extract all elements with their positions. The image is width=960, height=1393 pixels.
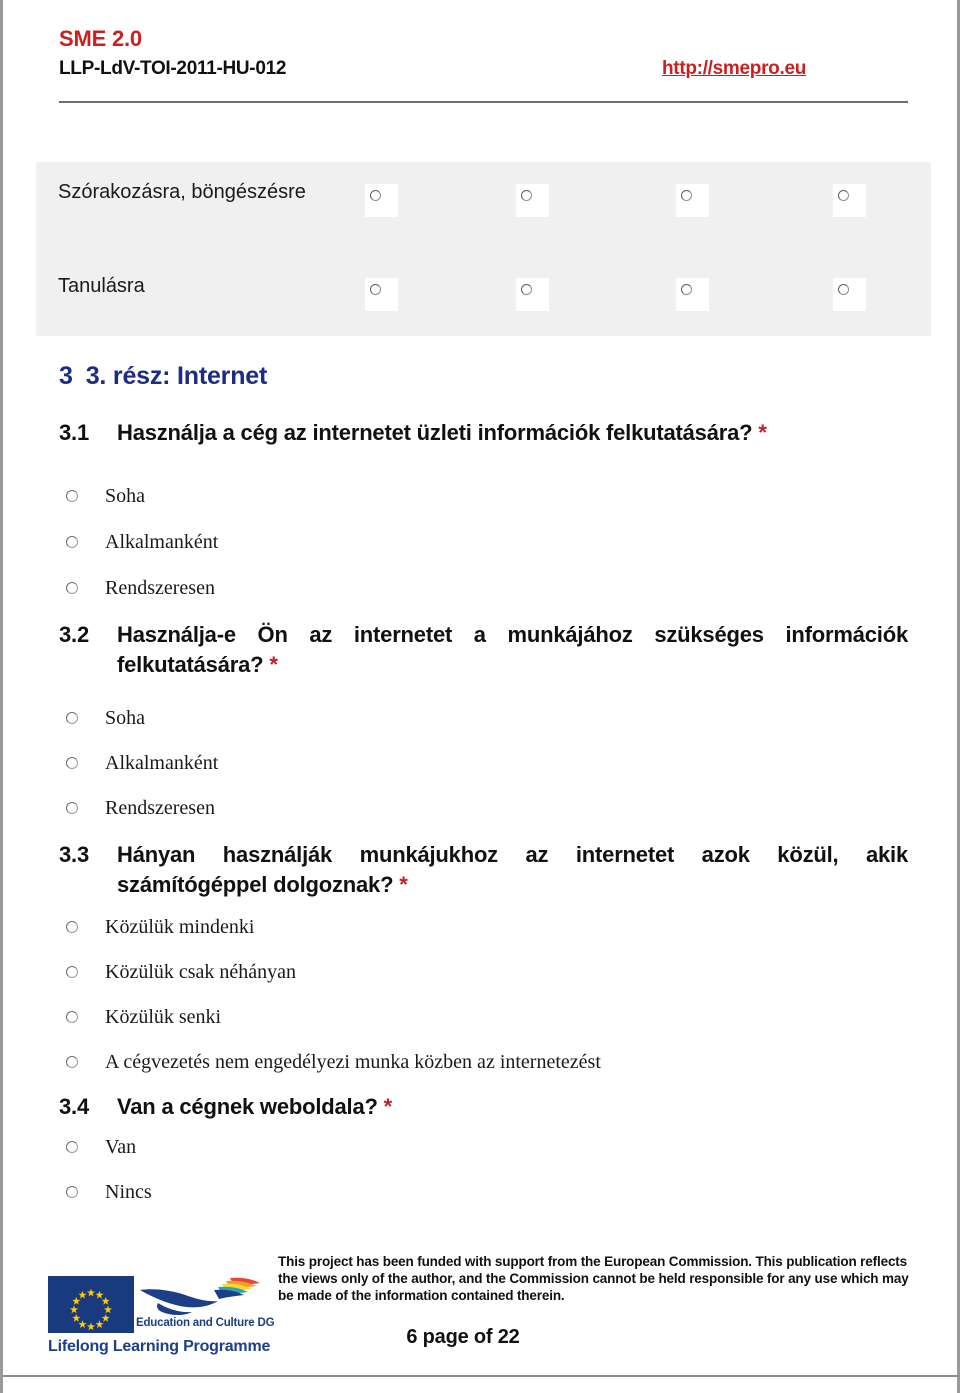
section-number: 3 [59,362,73,390]
matrix-question-panel: Szórakozásra, böngészésre Tanulásra [36,162,931,336]
radio-icon[interactable] [681,284,692,295]
question-number: 3.1 [59,420,89,445]
radio-icon[interactable] [370,190,381,201]
question-number: 3.3 [59,842,89,867]
header-divider [59,101,908,103]
option-label: Rendszeresen [105,577,215,599]
option-label: Alkalmanként [105,752,219,774]
matrix-row-label: Szórakozásra, böngészésre [58,181,306,203]
project-code: LLP-LdV-TOI-2011-HU-012 [59,58,287,79]
question-block: 3.2 Használja-e Ön az internetet a munká… [59,620,908,680]
lifelong-learning-programme-logo: Education and Culture DG Lifelong Learni… [48,1276,275,1364]
lifelong-learning-programme-label: Lifelong Learning Programme [48,1338,271,1355]
option-row[interactable]: Rendszeresen [66,796,215,820]
radio-icon[interactable] [66,712,78,724]
radio-icon[interactable] [66,1011,78,1023]
matrix-row: Szórakozásra, böngészésre [36,181,931,224]
matrix-radio-cell[interactable] [516,184,549,217]
matrix-row: Tanulásra [36,275,931,318]
required-asterisk: * [758,420,767,445]
radio-icon[interactable] [66,490,78,502]
radio-icon[interactable] [838,284,849,295]
option-row[interactable]: Rendszeresen [66,576,215,600]
project-url-link[interactable]: http://smepro.eu [662,58,806,80]
option-label: Nincs [105,1181,152,1203]
option-label: Közülük mindenki [105,916,255,938]
question-text: Használja a cég az internetet üzleti inf… [117,420,767,445]
section-heading: 3 3. rész: Internet [59,362,267,391]
page-header: SME 2.0 LLP-LdV-TOI-2011-HU-012 http://s… [3,0,960,110]
matrix-radio-cell[interactable] [516,278,549,311]
question-text: Hányan használják munkájukhoz az interne… [117,842,908,897]
option-row[interactable]: Van [66,1135,136,1159]
radio-icon[interactable] [370,284,381,295]
radio-icon[interactable] [66,921,78,933]
document-page: SME 2.0 LLP-LdV-TOI-2011-HU-012 http://s… [0,0,960,1393]
page-indicator: 6 page of 22 [406,1326,520,1348]
option-label: Soha [105,707,145,729]
project-title: SME 2.0 [59,26,142,51]
radio-icon[interactable] [681,190,692,201]
matrix-radio-cell[interactable] [365,184,398,217]
radio-icon[interactable] [66,1141,78,1153]
radio-icon[interactable] [66,757,78,769]
matrix-radio-cell[interactable] [833,184,866,217]
eu-flag-icon [48,1276,134,1333]
option-label: Van [105,1136,137,1158]
option-row[interactable]: Alkalmanként [66,751,218,775]
required-asterisk: * [399,872,408,897]
radio-icon[interactable] [838,190,849,201]
question-number: 3.2 [59,622,89,647]
option-row[interactable]: Soha [66,706,145,730]
question-text: Használja-e Ön az internetet a munkájáho… [117,622,908,677]
option-row[interactable]: Soha [66,484,145,508]
radio-icon[interactable] [521,190,532,201]
question-block: 3.3 Hányan használják munkájukhoz az int… [59,840,908,900]
option-row[interactable]: Nincs [66,1180,152,1204]
option-label: A cégvezetés nem engedélyezi munka közbe… [105,1051,601,1073]
radio-icon[interactable] [66,1186,78,1198]
radio-icon[interactable] [66,536,78,548]
option-label: Közülük csak néhányan [105,961,297,983]
radio-icon[interactable] [521,284,532,295]
footer-divider [3,1375,960,1377]
option-row[interactable]: Közülük mindenki [66,915,254,939]
matrix-radio-cell[interactable] [833,278,866,311]
question-number: 3.4 [59,1094,89,1119]
matrix-radio-cell[interactable] [676,278,709,311]
required-asterisk: * [383,1094,393,1119]
option-row[interactable]: Alkalmanként [66,530,218,554]
option-label: Rendszeresen [105,797,215,819]
option-label: Alkalmanként [105,531,219,553]
question-block: 3.4 Van a cégnek weboldala? * [59,1092,908,1122]
radio-icon[interactable] [66,802,78,814]
section-title-text: 3. rész: Internet [85,362,268,390]
option-label: Közülük senki [105,1006,222,1028]
radio-icon[interactable] [66,1056,78,1068]
education-culture-dg-label: Education and Culture DG [136,1317,275,1329]
required-asterisk: * [269,652,278,677]
option-row[interactable]: A cégvezetés nem engedélyezi munka közbe… [66,1050,601,1074]
radio-icon[interactable] [66,582,78,594]
question-text: Van a cégnek weboldala? * [117,1094,393,1119]
llp-swoosh-icon [138,1276,263,1318]
matrix-radio-cell[interactable] [365,278,398,311]
option-row[interactable]: Közülük csak néhányan [66,960,296,984]
option-row[interactable]: Közülük senki [66,1005,221,1029]
funding-disclaimer: This project has been funded with suppor… [278,1254,909,1303]
page-footer: Education and Culture DG Lifelong Learni… [3,1240,960,1393]
matrix-radio-cell[interactable] [676,184,709,217]
option-label: Soha [105,485,145,507]
radio-icon[interactable] [66,966,78,978]
matrix-row-label: Tanulásra [58,275,145,297]
question-block: 3.1 Használja a cég az internetet üzleti… [59,418,908,448]
